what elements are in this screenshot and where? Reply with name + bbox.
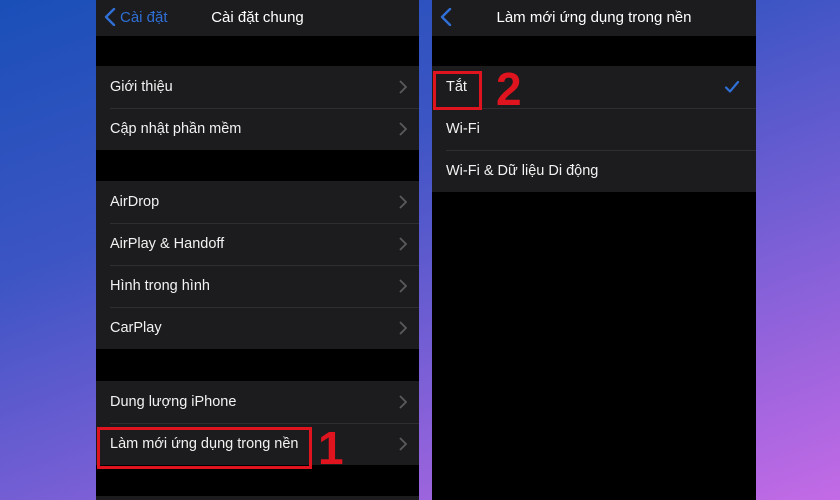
settings-group-connectivity: AirDrop AirPlay & Handoff Hình trong hìn… <box>96 181 419 349</box>
row-label: Hình trong hình <box>110 278 210 294</box>
page-title: Cài đặt chung <box>211 9 304 26</box>
settings-group-info: Giới thiệu Cập nhật phần mềm <box>96 66 419 150</box>
chevron-right-icon <box>399 80 407 94</box>
row-about[interactable]: Giới thiệu <box>96 66 419 108</box>
chevron-right-icon <box>399 437 407 451</box>
option-wifi-cellular[interactable]: Wi-Fi & Dữ liệu Di động <box>432 150 756 192</box>
background-app-refresh-screen: Làm mới ứng dụng trong nền Tắt Wi-Fi Wi-… <box>432 0 756 500</box>
general-settings-screen: Cài đặt Cài đặt chung Giới thiệu Cập nhậ… <box>96 0 419 500</box>
nav-bar: Làm mới ứng dụng trong nền <box>432 0 756 36</box>
option-label: Wi-Fi <box>446 121 480 137</box>
chevron-right-icon <box>399 122 407 136</box>
chevron-right-icon <box>399 279 407 293</box>
row-label: AirPlay & Handoff <box>110 236 225 252</box>
row-label: CarPlay <box>110 320 162 336</box>
chevron-right-icon <box>399 395 407 409</box>
step-number-1: 1 <box>318 422 344 474</box>
chevron-right-icon <box>399 237 407 251</box>
row-picture-in-picture[interactable]: Hình trong hình <box>96 265 419 307</box>
row-label: Cập nhật phần mềm <box>110 121 242 137</box>
row-label: Dung lượng iPhone <box>110 394 237 410</box>
row-iphone-storage[interactable]: Dung lượng iPhone <box>96 381 419 423</box>
checkmark-icon <box>724 80 740 93</box>
option-label: Wi-Fi & Dữ liệu Di động <box>446 163 599 179</box>
nav-bar: Cài đặt Cài đặt chung <box>96 0 419 36</box>
highlight-box-step-2 <box>433 71 482 110</box>
step-number-2: 2 <box>496 63 522 115</box>
highlight-box-step-1 <box>97 427 312 469</box>
row-carplay[interactable]: CarPlay <box>96 307 419 349</box>
row-airdrop[interactable]: AirDrop <box>96 181 419 223</box>
row-airplay-handoff[interactable]: AirPlay & Handoff <box>96 223 419 265</box>
settings-group-next <box>96 496 419 500</box>
page-title: Làm mới ứng dụng trong nền <box>496 9 692 26</box>
chevron-right-icon <box>399 195 407 209</box>
option-wifi[interactable]: Wi-Fi <box>432 108 756 150</box>
chevron-right-icon <box>399 321 407 335</box>
row-label: AirDrop <box>110 194 160 210</box>
row-label: Giới thiệu <box>110 79 173 95</box>
row-software-update[interactable]: Cập nhật phần mềm <box>96 108 419 150</box>
